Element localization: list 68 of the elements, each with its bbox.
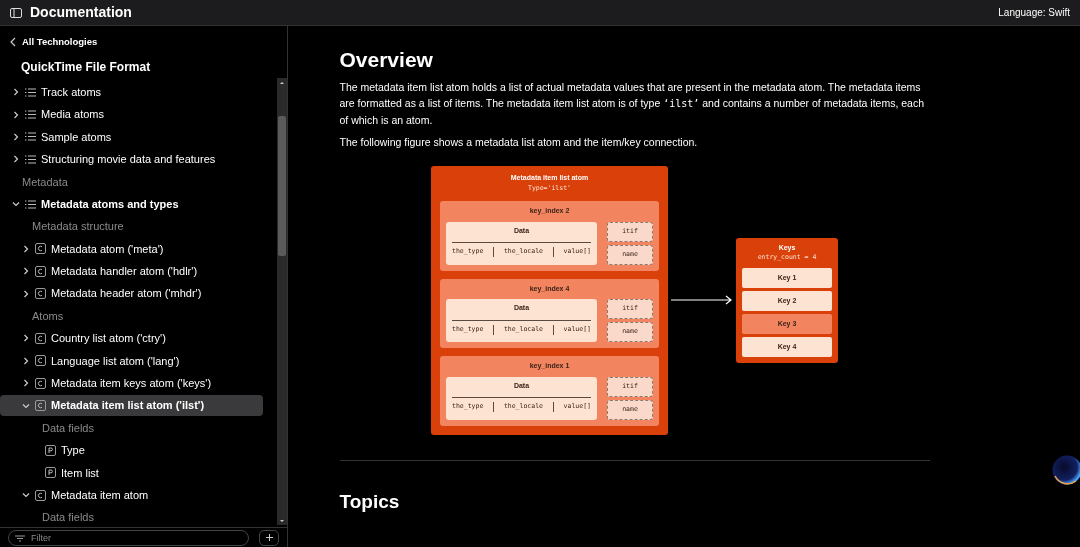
add-button[interactable] bbox=[259, 529, 279, 546]
list-icon bbox=[25, 199, 36, 209]
scrollbar-thumb[interactable] bbox=[278, 116, 286, 256]
nav-item[interactable]: Language list atom ('lang') bbox=[0, 350, 263, 372]
nav-item[interactable]: Metadata item atom bbox=[0, 484, 263, 506]
class-badge-icon bbox=[35, 288, 46, 300]
nav-item[interactable]: Sample atoms bbox=[0, 126, 263, 148]
property-badge-icon bbox=[45, 467, 56, 479]
nav-item[interactable]: Metadata header atom ('mhdr') bbox=[0, 283, 263, 305]
list-icon bbox=[25, 87, 36, 97]
nav-item[interactable]: Metadata item keys atom ('keys') bbox=[0, 372, 263, 394]
chevron-right-icon[interactable] bbox=[22, 356, 30, 365]
section-label: Atoms bbox=[32, 308, 64, 324]
chevron-right-icon[interactable] bbox=[12, 110, 20, 119]
sidebar-toggle-icon[interactable] bbox=[10, 7, 22, 18]
nav-item[interactable]: Metadata handler atom ('hdlr') bbox=[0, 260, 263, 282]
nav-item[interactable]: Metadata item list atom ('ilst') bbox=[0, 395, 263, 417]
property-badge-icon bbox=[45, 444, 56, 456]
plus-icon bbox=[265, 534, 273, 541]
nav-item[interactable]: Track atoms bbox=[0, 81, 263, 103]
section-label: Data fields bbox=[42, 510, 94, 526]
section-label: Metadata bbox=[22, 174, 68, 190]
paragraph: The metadata item list atom holds a list of actual metadata values that are present in the metadata atom. The metadata items are formatted as a list of items. The metadata item list atom is of type ‘ilst’ and contains a number of metadata items, each of which is an atom. bbox=[339, 80, 926, 128]
app-title: Documentation bbox=[30, 3, 132, 22]
scroll-up-icon[interactable] bbox=[279, 80, 285, 86]
section-label: Data fields bbox=[42, 420, 94, 436]
scroll-down-icon[interactable] bbox=[279, 518, 285, 524]
language-selector[interactable]: Language: Swift bbox=[998, 5, 1070, 20]
nav-item[interactable]: Media atoms bbox=[0, 104, 263, 126]
class-badge-icon bbox=[35, 243, 46, 255]
list-icon bbox=[25, 154, 36, 164]
chevron-down-icon[interactable] bbox=[12, 200, 20, 209]
list-icon bbox=[25, 110, 36, 120]
topics-heading: Topics bbox=[339, 489, 400, 514]
section-label: Metadata structure bbox=[32, 219, 124, 235]
nav-item[interactable]: Structuring movie data and features bbox=[0, 148, 263, 170]
chevron-left-icon[interactable] bbox=[10, 37, 16, 47]
class-badge-icon bbox=[35, 355, 46, 367]
filter-field[interactable]: Filter bbox=[8, 529, 249, 546]
nav-item[interactable]: Type bbox=[0, 439, 263, 461]
class-badge-icon bbox=[35, 489, 46, 501]
chevron-right-icon[interactable] bbox=[12, 132, 20, 141]
chevron-down-icon[interactable] bbox=[22, 401, 30, 410]
technology-title: QuickTime File Format bbox=[21, 59, 151, 76]
chevron-right-icon[interactable] bbox=[22, 334, 30, 343]
chevron-right-icon[interactable] bbox=[12, 155, 20, 164]
chevron-right-icon[interactable] bbox=[22, 267, 30, 276]
nav-item[interactable]: Metadata atoms and types bbox=[0, 193, 263, 215]
arrow-icon bbox=[671, 295, 733, 306]
class-badge-icon bbox=[35, 400, 46, 412]
back-link[interactable]: All Technologies bbox=[22, 34, 98, 50]
scrollbar[interactable] bbox=[277, 78, 287, 525]
nav-item[interactable]: Metadata atom ('meta') bbox=[0, 238, 263, 260]
class-badge-icon bbox=[35, 333, 46, 344]
nav-item[interactable]: Country list atom ('ctry') bbox=[0, 328, 263, 349]
overview-heading: Overview bbox=[339, 47, 433, 73]
chevron-right-icon[interactable] bbox=[12, 88, 20, 97]
paragraph: The following figure shows a metadata list atom and the item/key connection. bbox=[339, 135, 699, 150]
chevron-right-icon[interactable] bbox=[22, 244, 30, 253]
chevron-right-icon[interactable] bbox=[22, 289, 30, 298]
chevron-down-icon[interactable] bbox=[22, 491, 30, 500]
filter-icon bbox=[15, 534, 25, 542]
orb-icon[interactable] bbox=[1052, 454, 1080, 486]
chevron-right-icon[interactable] bbox=[22, 379, 30, 388]
class-badge-icon bbox=[35, 265, 46, 277]
nav-item[interactable]: Item list bbox=[0, 462, 263, 484]
class-badge-icon bbox=[35, 377, 46, 389]
list-icon bbox=[25, 132, 36, 142]
